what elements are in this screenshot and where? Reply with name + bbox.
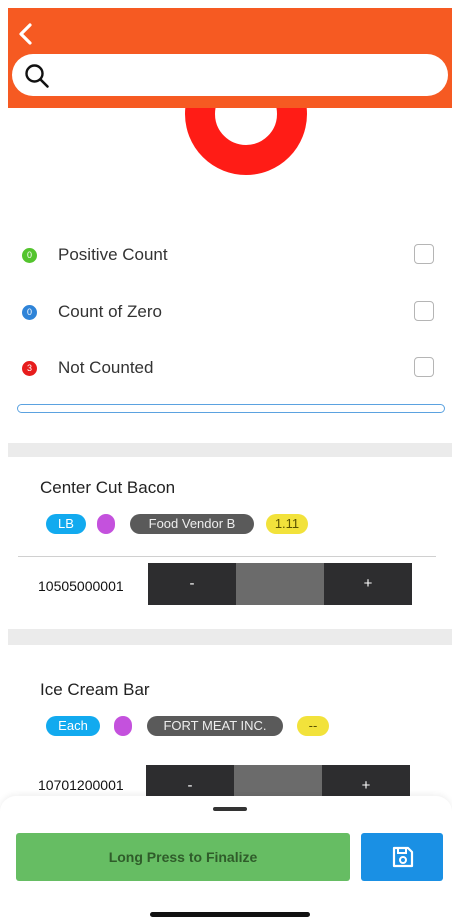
sheet-drag-handle[interactable] xyxy=(213,807,247,811)
home-indicator xyxy=(150,912,310,917)
section-divider xyxy=(8,443,452,457)
legend-label: Positive Count xyxy=(58,245,168,264)
quantity-input[interactable] xyxy=(236,563,324,605)
color-tag xyxy=(114,716,132,736)
positive-count-badge: 0 xyxy=(22,248,37,263)
item-sku: 10701200001 xyxy=(38,777,124,793)
quantity-badge: 1.11 xyxy=(266,514,308,534)
legend-label: Count of Zero xyxy=(58,302,162,321)
decrement-button[interactable]: - xyxy=(148,563,236,605)
not-counted-checkbox[interactable] xyxy=(414,357,434,377)
donut-ring xyxy=(185,108,307,175)
inventory-item-card: Center Cut Bacon LB Food Vendor B 1.11 1… xyxy=(8,457,452,629)
legend-label: Not Counted xyxy=(58,358,154,377)
unit-badge: Each xyxy=(46,716,100,736)
legend-row-not-counted: 3 Not Counted xyxy=(8,353,452,383)
divider-line xyxy=(18,556,436,557)
color-tag xyxy=(97,514,115,534)
back-button[interactable] xyxy=(14,20,38,48)
bottom-action-sheet: Long Press to Finalize xyxy=(0,796,452,919)
chevron-left-icon xyxy=(19,23,32,45)
item-name: Ice Cream Bar xyxy=(40,680,150,699)
save-button[interactable] xyxy=(361,833,443,881)
increment-button[interactable]: + xyxy=(324,563,412,605)
legend-row-zero: 0 Count of Zero xyxy=(8,297,452,327)
finalize-button[interactable]: Long Press to Finalize xyxy=(16,833,350,881)
search-input[interactable] xyxy=(12,54,448,96)
search-icon[interactable] xyxy=(24,63,50,89)
not-counted-badge: 3 xyxy=(22,361,37,376)
vendor-badge: Food Vendor B xyxy=(130,514,254,534)
positive-count-checkbox[interactable] xyxy=(414,244,434,264)
inventory-item-card: Ice Cream Bar Each FORT MEAT INC. -- 107… xyxy=(8,645,452,807)
quantity-badge: -- xyxy=(297,716,329,736)
save-icon xyxy=(392,846,414,868)
count-summary-panel: 0 Positive Count 0 Count of Zero 3 Not C… xyxy=(8,108,452,443)
section-divider xyxy=(8,629,452,645)
item-name: Center Cut Bacon xyxy=(40,478,176,497)
zero-count-badge: 0 xyxy=(22,305,37,320)
count-donut-chart xyxy=(185,108,307,175)
app-header xyxy=(8,8,452,108)
quantity-stepper: - + xyxy=(148,563,412,605)
unit-badge: LB xyxy=(46,514,86,534)
item-sku: 10505000001 xyxy=(38,578,124,594)
vendor-badge: FORT MEAT INC. xyxy=(147,716,283,736)
zero-count-checkbox[interactable] xyxy=(414,301,434,321)
legend-row-positive: 0 Positive Count xyxy=(8,240,452,270)
count-progress-bar xyxy=(17,404,445,413)
